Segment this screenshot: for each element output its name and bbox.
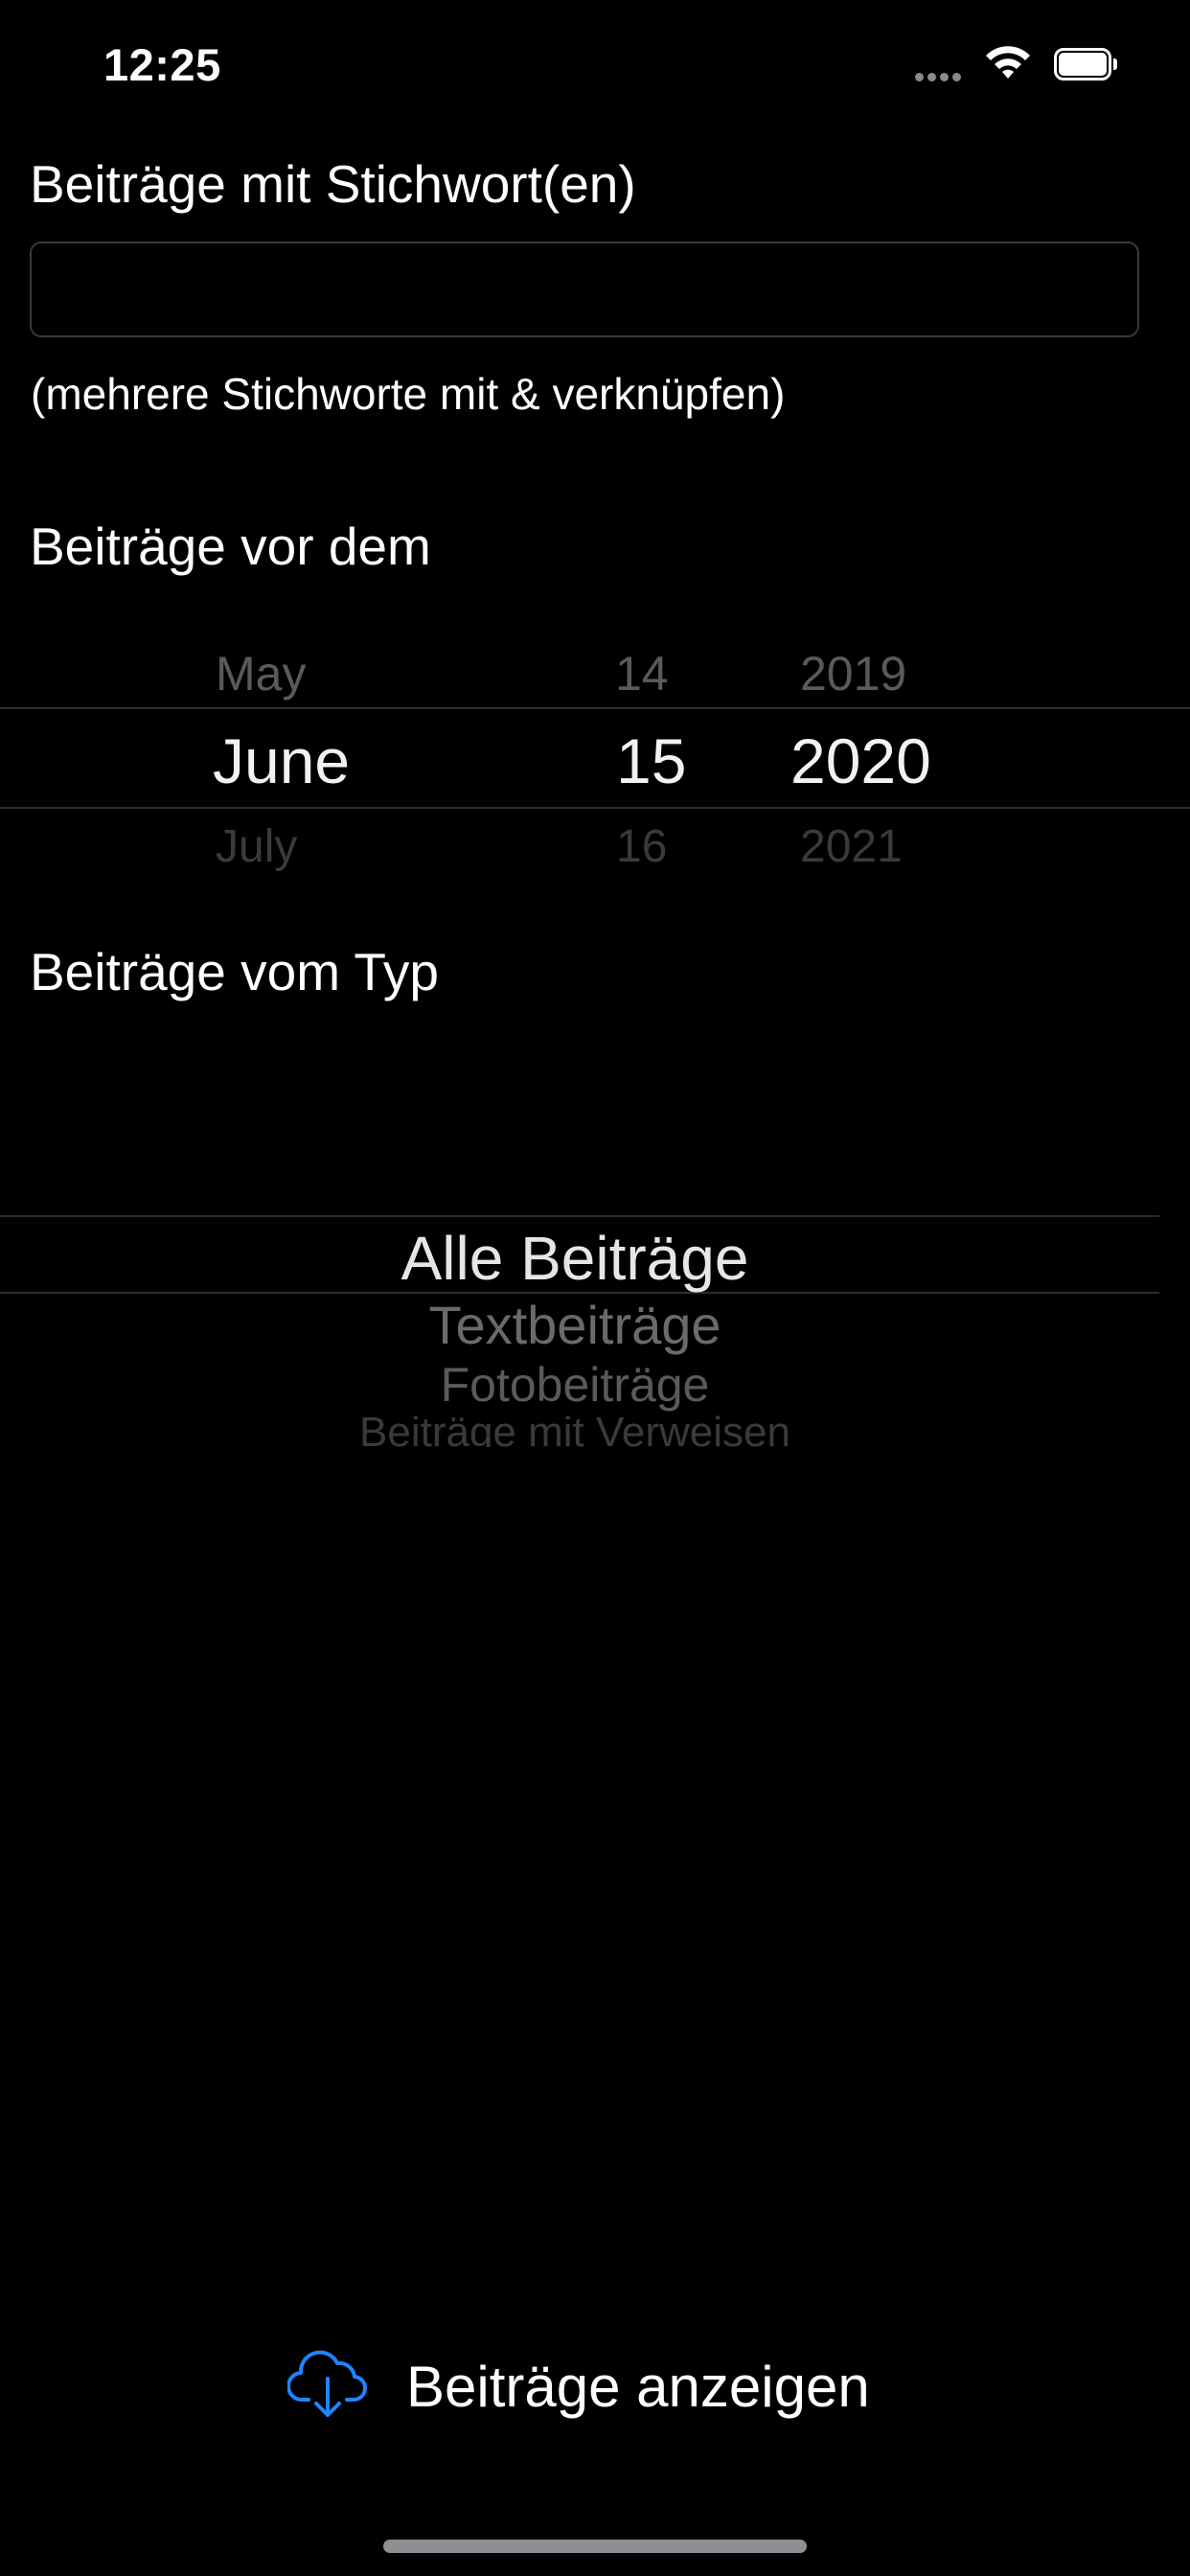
picker-selection-bottom-line — [0, 807, 1190, 809]
month-wheel-selected[interactable]: June — [213, 724, 350, 797]
day-wheel-prev[interactable]: 14 — [615, 646, 669, 702]
day-wheel-selected[interactable]: 15 — [616, 724, 686, 797]
year-wheel-selected[interactable]: 2020 — [790, 724, 931, 797]
keyword-label: Beiträge mit Stichwort(en) — [30, 154, 636, 214]
keyword-hint: (mehrere Stichworte mit & verknüpfen) — [31, 369, 786, 419]
show-posts-button[interactable]: Beiträge anzeigen — [286, 2338, 901, 2434]
type-option[interactable]: Fotobeiträge — [0, 1357, 1150, 1413]
cloud-download-icon — [286, 2348, 368, 2426]
type-option[interactable]: Textbeiträge — [0, 1294, 1150, 1356]
picker-selection-top-line — [0, 707, 1190, 709]
type-option[interactable]: Beiträge mit Verweisen — [0, 1409, 1150, 1447]
day-wheel-next[interactable]: 16 — [616, 820, 667, 872]
year-wheel-prev[interactable]: 2019 — [800, 646, 906, 702]
battery-icon — [1054, 48, 1117, 80]
month-wheel-next[interactable]: July — [216, 820, 297, 872]
show-posts-label: Beiträge anzeigen — [406, 2354, 870, 2419]
month-wheel-prev[interactable]: May — [216, 646, 306, 702]
status-time: 12:25 — [103, 39, 221, 90]
type-picker-selection-top-line — [0, 1215, 1159, 1217]
wifi-icon — [983, 44, 1033, 87]
keyword-input[interactable] — [30, 242, 1139, 337]
type-picker[interactable]: Alle Beiträge Textbeiträge Fotobeiträge … — [0, 1179, 1190, 1447]
home-indicator[interactable] — [383, 2540, 807, 2553]
date-picker[interactable]: May June July 14 15 16 2019 2020 2021 — [0, 613, 1190, 872]
signal-strength-icon — [915, 69, 965, 86]
type-option-selected[interactable]: Alle Beiträge — [0, 1223, 1150, 1294]
year-wheel-next[interactable]: 2021 — [800, 820, 903, 872]
date-label: Beiträge vor dem — [30, 517, 431, 576]
type-label: Beiträge vom Typ — [30, 942, 439, 1001]
